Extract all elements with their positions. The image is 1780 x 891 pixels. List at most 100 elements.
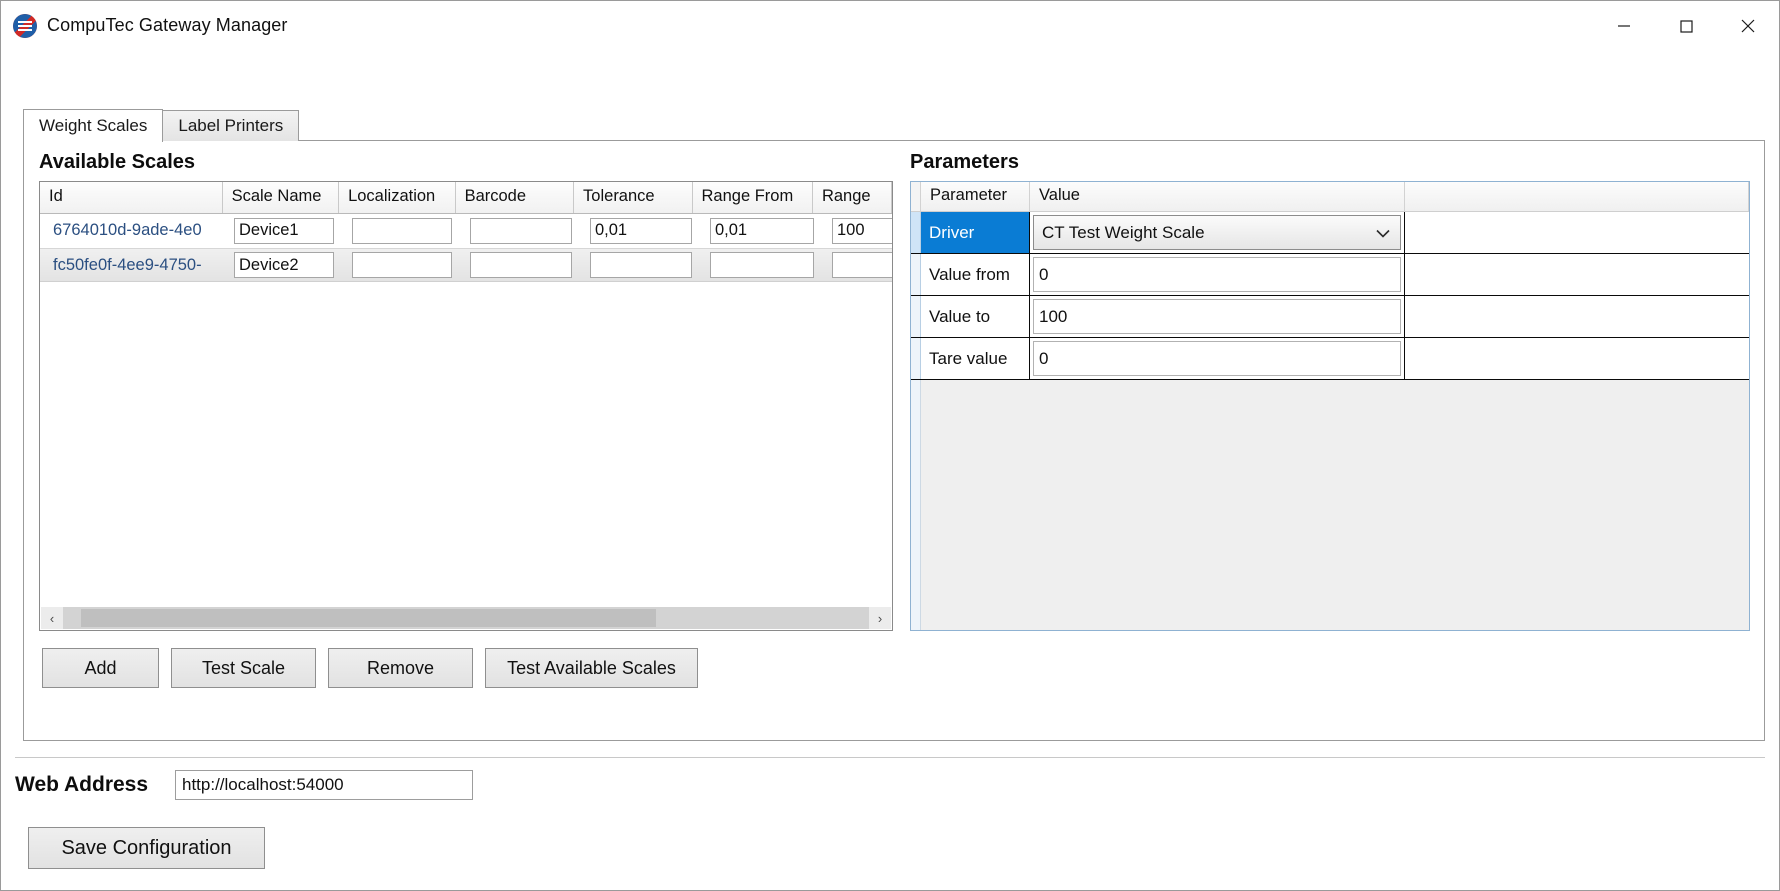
web-address-input[interactable] — [175, 770, 473, 800]
scales-horizontal-scrollbar[interactable]: ‹ › — [41, 607, 891, 629]
test-available-scales-button[interactable]: Test Available Scales — [485, 648, 698, 688]
column-header-filler — [1405, 182, 1749, 211]
parameter-name-driver[interactable]: Driver — [921, 212, 1030, 253]
parameter-name-value-from[interactable]: Value from — [921, 254, 1030, 295]
column-header-scale-name[interactable]: Scale Name — [223, 182, 340, 213]
range-to-input[interactable] — [832, 252, 893, 278]
localization-input[interactable] — [352, 252, 452, 278]
scroll-right-icon[interactable]: › — [869, 607, 891, 629]
tab-page-weight-scales: Available Scales Parameters Id Scale Nam… — [23, 140, 1765, 741]
row-selector-driver[interactable] — [911, 212, 921, 253]
parameter-name-value-to[interactable]: Value to — [921, 296, 1030, 337]
row-localization-cell[interactable] — [343, 214, 461, 248]
tab-weight-scales[interactable]: Weight Scales — [23, 109, 163, 142]
tab-strip: Weight Scales Label Printers — [23, 109, 1765, 141]
application-window: CompuTec Gateway Manager Weight Scales L… — [0, 0, 1780, 891]
driver-combobox[interactable]: CT Test Weight Scale — [1033, 215, 1401, 250]
available-scales-title: Available Scales — [39, 151, 195, 174]
parameters-empty-gutter — [911, 380, 921, 630]
title-bar-left: CompuTec Gateway Manager — [1, 14, 288, 38]
column-header-parameter[interactable]: Parameter — [921, 182, 1030, 211]
available-scales-grid[interactable]: Id Scale Name Localization Barcode Toler… — [39, 181, 893, 631]
window-title: CompuTec Gateway Manager — [47, 15, 288, 36]
scrollbar-track[interactable] — [63, 607, 869, 629]
column-header-localization[interactable]: Localization — [339, 182, 456, 213]
parameter-row-filler — [1405, 254, 1749, 295]
parameters-grid[interactable]: Parameter Value Driver CT Test Weight Sc… — [910, 181, 1750, 631]
parameters-empty-area — [911, 380, 1749, 630]
tolerance-input[interactable] — [590, 252, 692, 278]
row-localization-cell[interactable] — [343, 248, 461, 282]
range-from-input[interactable] — [710, 218, 814, 244]
row-selector-tare-value[interactable] — [911, 338, 921, 379]
row-tolerance-cell[interactable] — [581, 214, 701, 248]
parameter-value-to-cell[interactable] — [1030, 296, 1405, 337]
row-tolerance-cell[interactable] — [581, 248, 701, 282]
tare-value-input[interactable] — [1033, 341, 1401, 376]
row-barcode-cell[interactable] — [461, 214, 581, 248]
table-row[interactable]: 6764010d-9ade-4e0 — [40, 214, 892, 248]
remove-button[interactable]: Remove — [328, 648, 473, 688]
row-range-to-cell[interactable] — [823, 214, 893, 248]
parameters-row-gutter-header — [911, 182, 921, 211]
row-id-value[interactable]: fc50fe0f-4ee9-4750- — [40, 248, 225, 282]
title-bar: CompuTec Gateway Manager — [1, 1, 1779, 50]
barcode-input[interactable] — [470, 252, 572, 278]
scrollbar-thumb[interactable] — [81, 609, 656, 627]
column-header-tolerance[interactable]: Tolerance — [574, 182, 692, 213]
column-header-id[interactable]: Id — [40, 182, 223, 213]
web-address-label: Web Address — [15, 773, 148, 797]
column-header-barcode[interactable]: Barcode — [456, 182, 574, 213]
range-to-input[interactable] — [832, 218, 893, 244]
close-icon[interactable] — [1717, 1, 1779, 50]
add-button[interactable]: Add — [42, 648, 159, 688]
parameter-row-filler — [1405, 296, 1749, 337]
tab-label-printers[interactable]: Label Printers — [162, 110, 299, 141]
chevron-down-icon[interactable] — [1376, 223, 1390, 243]
parameter-value-from-cell[interactable] — [1030, 254, 1405, 295]
parameter-row-value-to[interactable]: Value to — [911, 296, 1749, 338]
row-id-value[interactable]: 6764010d-9ade-4e0 — [40, 214, 225, 248]
column-header-range-from[interactable]: Range From — [693, 182, 813, 213]
tab-label-printers-label: Label Printers — [178, 116, 283, 136]
save-configuration-button[interactable]: Save Configuration — [28, 827, 265, 869]
row-range-from-cell[interactable] — [701, 214, 823, 248]
row-selector-value-to[interactable] — [911, 296, 921, 337]
parameters-title: Parameters — [910, 151, 1019, 174]
value-from-input[interactable] — [1033, 257, 1401, 292]
parameter-row-driver[interactable]: Driver CT Test Weight Scale — [911, 212, 1749, 254]
scale-name-input[interactable] — [234, 252, 334, 278]
parameter-row-filler — [1405, 212, 1749, 253]
parameter-tare-value-cell[interactable] — [1030, 338, 1405, 379]
value-to-input[interactable] — [1033, 299, 1401, 334]
tolerance-input[interactable] — [590, 218, 692, 244]
row-barcode-cell[interactable] — [461, 248, 581, 282]
parameter-name-tare-value[interactable]: Tare value — [921, 338, 1030, 379]
row-selector-value-from[interactable] — [911, 254, 921, 295]
localization-input[interactable] — [352, 218, 452, 244]
row-range-to-cell[interactable] — [823, 248, 893, 282]
driver-combobox-value: CT Test Weight Scale — [1042, 223, 1205, 243]
barcode-input[interactable] — [470, 218, 572, 244]
test-scale-button[interactable]: Test Scale — [171, 648, 316, 688]
scroll-left-icon[interactable]: ‹ — [41, 607, 63, 629]
row-scale-name-cell[interactable] — [225, 248, 343, 282]
range-from-input[interactable] — [710, 252, 814, 278]
row-range-from-cell[interactable] — [701, 248, 823, 282]
minimize-icon[interactable] — [1593, 1, 1655, 50]
table-row[interactable]: fc50fe0f-4ee9-4750- — [40, 248, 892, 282]
row-scale-name-cell[interactable] — [225, 214, 343, 248]
window-controls — [1593, 1, 1779, 50]
column-header-value[interactable]: Value — [1030, 182, 1405, 211]
scales-action-buttons: Add Test Scale Remove Test Available Sca… — [42, 648, 698, 688]
parameter-row-tare-value[interactable]: Tare value — [911, 338, 1749, 380]
scales-grid-header: Id Scale Name Localization Barcode Toler… — [40, 182, 892, 214]
parameter-row-filler — [1405, 338, 1749, 379]
maximize-icon[interactable] — [1655, 1, 1717, 50]
tab-weight-scales-label: Weight Scales — [39, 116, 147, 136]
scale-name-input[interactable] — [234, 218, 334, 244]
column-header-range-to[interactable]: Range — [813, 182, 892, 213]
parameter-value-driver-cell[interactable]: CT Test Weight Scale — [1030, 212, 1405, 253]
parameter-row-value-from[interactable]: Value from — [911, 254, 1749, 296]
app-logo-icon — [13, 14, 37, 38]
